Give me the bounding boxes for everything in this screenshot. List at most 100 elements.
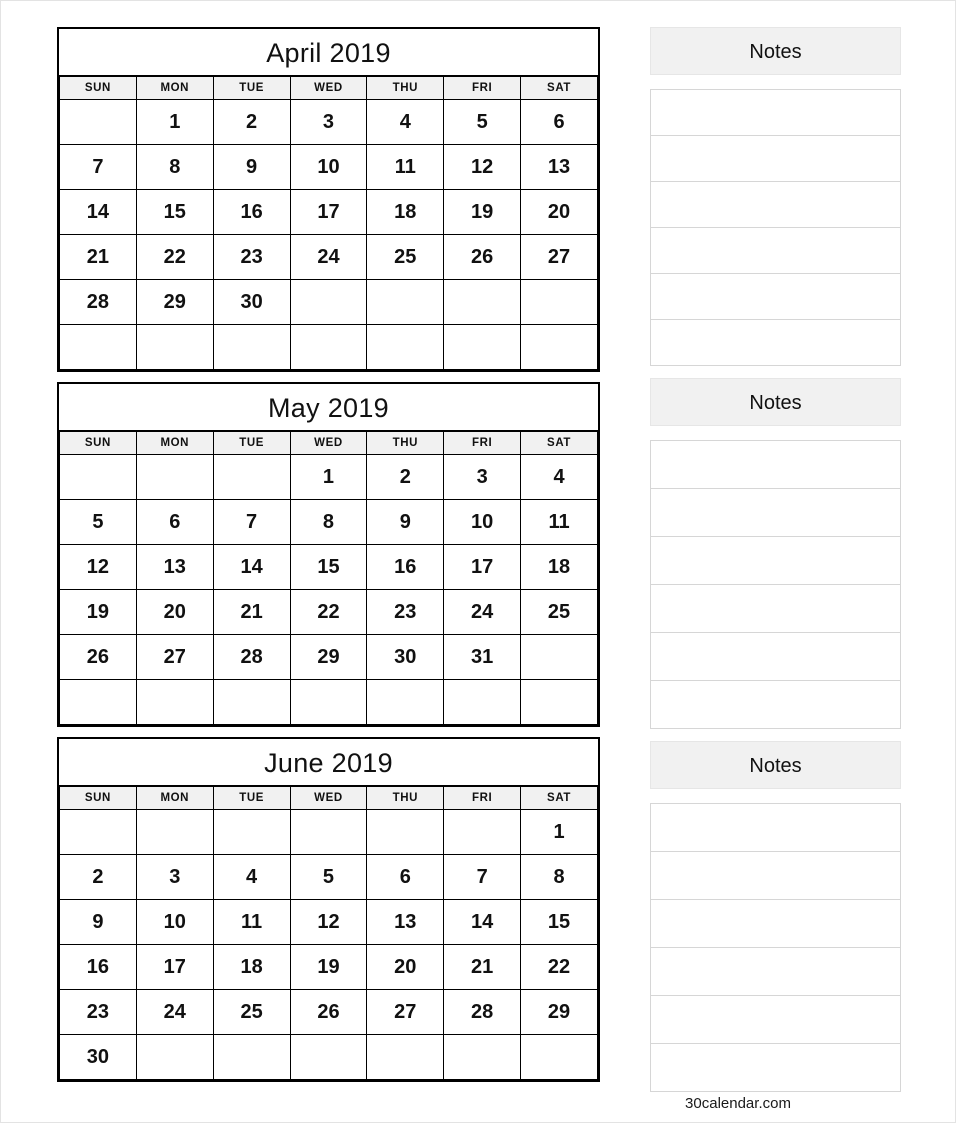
- day-cell[interactable]: 17: [443, 544, 522, 590]
- day-cell[interactable]: 30: [212, 279, 291, 325]
- notes-line[interactable]: [651, 804, 900, 852]
- day-cell[interactable]: 6: [366, 854, 445, 900]
- day-cell[interactable]: 18: [520, 544, 598, 590]
- day-cell[interactable]: 5: [443, 99, 522, 145]
- day-cell[interactable]: 14: [212, 544, 291, 590]
- day-cell[interactable]: 2: [212, 99, 291, 145]
- notes-line[interactable]: [651, 441, 900, 489]
- day-cell[interactable]: 1: [135, 99, 214, 145]
- day-cell[interactable]: 14: [443, 899, 522, 945]
- day-cell[interactable]: 18: [212, 944, 291, 990]
- day-cell[interactable]: 16: [212, 189, 291, 235]
- day-cell[interactable]: 24: [135, 989, 214, 1035]
- day-cell[interactable]: 28: [212, 634, 291, 680]
- day-cell[interactable]: 16: [366, 544, 445, 590]
- day-cell[interactable]: 7: [59, 144, 137, 190]
- notes-line[interactable]: [651, 633, 900, 681]
- day-cell[interactable]: 12: [443, 144, 522, 190]
- day-cell[interactable]: 7: [212, 499, 291, 545]
- notes-line[interactable]: [651, 274, 900, 320]
- day-cell[interactable]: 10: [135, 899, 214, 945]
- day-cell[interactable]: 19: [289, 944, 368, 990]
- day-cell[interactable]: 22: [289, 589, 368, 635]
- day-cell[interactable]: 8: [520, 854, 598, 900]
- day-cell[interactable]: 16: [59, 944, 137, 990]
- day-cell[interactable]: 18: [366, 189, 445, 235]
- day-cell[interactable]: 4: [366, 99, 445, 145]
- notes-line[interactable]: [651, 681, 900, 729]
- day-cell[interactable]: 5: [59, 499, 137, 545]
- day-cell[interactable]: 26: [289, 989, 368, 1035]
- day-cell[interactable]: 25: [366, 234, 445, 280]
- notes-line[interactable]: [651, 1044, 900, 1092]
- day-cell[interactable]: 26: [443, 234, 522, 280]
- day-cell[interactable]: 11: [366, 144, 445, 190]
- notes-line[interactable]: [651, 900, 900, 948]
- notes-line[interactable]: [651, 320, 900, 366]
- day-cell[interactable]: 4: [212, 854, 291, 900]
- day-cell[interactable]: 24: [443, 589, 522, 635]
- day-cell[interactable]: 7: [443, 854, 522, 900]
- day-cell[interactable]: 12: [59, 544, 137, 590]
- day-cell[interactable]: 23: [366, 589, 445, 635]
- day-cell[interactable]: 20: [520, 189, 598, 235]
- day-cell[interactable]: 1: [520, 809, 598, 855]
- day-cell[interactable]: 13: [520, 144, 598, 190]
- notes-line[interactable]: [651, 489, 900, 537]
- day-cell[interactable]: 30: [59, 1034, 137, 1080]
- notes-line[interactable]: [651, 852, 900, 900]
- day-cell[interactable]: 3: [443, 454, 522, 500]
- day-cell[interactable]: 2: [59, 854, 137, 900]
- notes-line[interactable]: [651, 585, 900, 633]
- day-cell[interactable]: 9: [366, 499, 445, 545]
- day-cell[interactable]: 31: [443, 634, 522, 680]
- day-cell[interactable]: 27: [366, 989, 445, 1035]
- day-cell[interactable]: 27: [520, 234, 598, 280]
- day-cell[interactable]: 4: [520, 454, 598, 500]
- day-cell[interactable]: 2: [366, 454, 445, 500]
- notes-line[interactable]: [651, 182, 900, 228]
- day-cell[interactable]: 15: [289, 544, 368, 590]
- day-cell[interactable]: 21: [212, 589, 291, 635]
- day-cell[interactable]: 13: [366, 899, 445, 945]
- day-cell[interactable]: 6: [520, 99, 598, 145]
- day-cell[interactable]: 28: [443, 989, 522, 1035]
- day-cell[interactable]: 29: [135, 279, 214, 325]
- day-cell[interactable]: 13: [135, 544, 214, 590]
- day-cell[interactable]: 27: [135, 634, 214, 680]
- day-cell[interactable]: 30: [366, 634, 445, 680]
- day-cell[interactable]: 5: [289, 854, 368, 900]
- day-cell[interactable]: 22: [520, 944, 598, 990]
- day-cell[interactable]: 29: [520, 989, 598, 1035]
- day-cell[interactable]: 19: [59, 589, 137, 635]
- notes-line[interactable]: [651, 136, 900, 182]
- day-cell[interactable]: 24: [289, 234, 368, 280]
- day-cell[interactable]: 3: [135, 854, 214, 900]
- day-cell[interactable]: 12: [289, 899, 368, 945]
- notes-line[interactable]: [651, 228, 900, 274]
- day-cell[interactable]: 21: [59, 234, 137, 280]
- day-cell[interactable]: 23: [212, 234, 291, 280]
- day-cell[interactable]: 25: [212, 989, 291, 1035]
- day-cell[interactable]: 20: [366, 944, 445, 990]
- day-cell[interactable]: 8: [289, 499, 368, 545]
- day-cell[interactable]: 17: [289, 189, 368, 235]
- day-cell[interactable]: 29: [289, 634, 368, 680]
- day-cell[interactable]: 3: [289, 99, 368, 145]
- day-cell[interactable]: 15: [135, 189, 214, 235]
- notes-line[interactable]: [651, 537, 900, 585]
- day-cell[interactable]: 8: [135, 144, 214, 190]
- day-cell[interactable]: 14: [59, 189, 137, 235]
- day-cell[interactable]: 9: [212, 144, 291, 190]
- day-cell[interactable]: 1: [289, 454, 368, 500]
- day-cell[interactable]: 17: [135, 944, 214, 990]
- day-cell[interactable]: 22: [135, 234, 214, 280]
- notes-line[interactable]: [651, 948, 900, 996]
- notes-line[interactable]: [651, 90, 900, 136]
- day-cell[interactable]: 10: [443, 499, 522, 545]
- day-cell[interactable]: 11: [520, 499, 598, 545]
- day-cell[interactable]: 10: [289, 144, 368, 190]
- day-cell[interactable]: 6: [135, 499, 214, 545]
- day-cell[interactable]: 19: [443, 189, 522, 235]
- day-cell[interactable]: 28: [59, 279, 137, 325]
